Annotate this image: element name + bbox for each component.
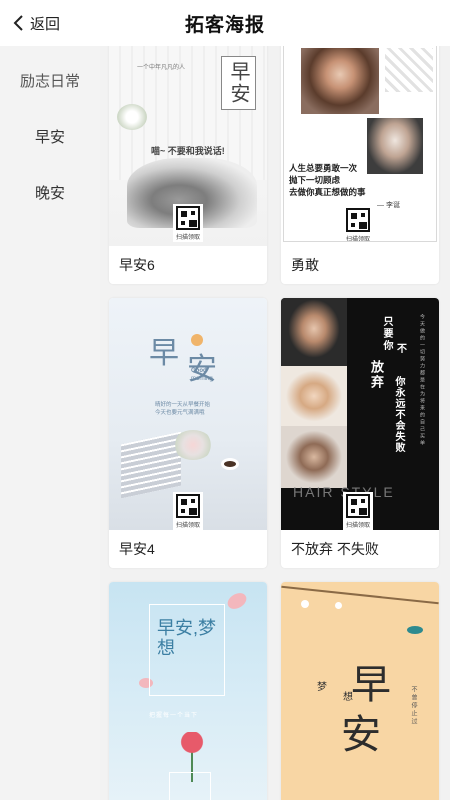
blurb-line: 今天也要元气满满哦: [155, 410, 205, 416]
portrait-photo: [281, 366, 347, 426]
blossom: [335, 602, 342, 609]
qr-code: 扫描领取: [343, 492, 373, 530]
qr-code: 扫描领取: [173, 204, 203, 242]
poster-meng-text: 梦: [317, 682, 327, 693]
side-text: 不曾停止过: [410, 686, 416, 726]
poster-zaoan-text: 早安: [221, 56, 256, 110]
poster-tag-text: 一个中年凡凡的人: [137, 65, 186, 71]
poster-an-text: 安: [341, 713, 381, 757]
qr-code: 扫描领取: [173, 492, 203, 530]
top-bar: 返回 拓客海报: [0, 0, 450, 46]
sidebar-item-morning[interactable]: 早安: [0, 108, 100, 164]
poster-caption: 早安4: [119, 541, 155, 557]
pink-petal: [224, 589, 250, 613]
poster-title: 早安,梦想: [157, 618, 217, 658]
sidebar-item-inspirational[interactable]: 励志日常: [0, 52, 100, 108]
poster-caption: 早安6: [119, 257, 155, 273]
motto-text: 放弃: [369, 360, 384, 390]
poster-caption: 勇敢: [291, 257, 319, 273]
chevron-left-icon: [13, 15, 23, 31]
sun-icon: [191, 334, 203, 346]
sidebar-item-night[interactable]: 晚安: [0, 164, 100, 220]
page-title: 拓客海报: [184, 14, 265, 36]
coffee-cup: [221, 458, 239, 470]
qr-caption: 扫描领取: [175, 523, 200, 529]
poster-image: 一个中年凡凡的人 早安 喵~ 不要和我说话! 扫描领取: [109, 46, 267, 246]
qr-caption: 扫描领取: [345, 523, 370, 529]
books-photo: [121, 431, 181, 499]
poster-card[interactable]: 人生总要勇敢一次 抛下一切顾虑 去做你真正想做的事 — 李诞 扫描领取 勇敢: [281, 46, 439, 284]
poster-card[interactable]: 早安,梦想 把握每一个当下: [109, 582, 267, 800]
poster-image: 梦 想 早 安 不曾停止过: [281, 582, 439, 800]
poster-card[interactable]: 早 安 Good morning 晴好的一天从早餐开始 今天也要元气满满哦 扫描…: [109, 298, 267, 568]
motto-text: 你永远不会失败: [393, 376, 404, 453]
side-text: 今天做的一切努力都是在为将来的自己买单: [419, 314, 425, 447]
motto-text: 不: [397, 344, 407, 355]
motto-text: 只要你: [381, 316, 392, 352]
flower-illustration: [117, 104, 147, 130]
poster-image: 人生总要勇敢一次 抛下一切顾虑 去做你真正想做的事 — 李诞 扫描领取: [281, 46, 439, 246]
morning-text: morning: [191, 376, 213, 382]
back-button[interactable]: 返回: [12, 10, 60, 36]
poster-zao-text: 早: [149, 337, 179, 370]
poster-image: 早 安 Good morning 晴好的一天从早餐开始 今天也要元气满满哦 扫描…: [109, 298, 267, 530]
card-frame: [169, 772, 211, 800]
poster-cat-line: 喵~ 不要和我说话!: [151, 146, 225, 156]
portrait-photo: [281, 426, 347, 488]
good-text: Good: [191, 368, 207, 374]
blossom: [301, 600, 309, 608]
flowers-photo: [173, 430, 213, 460]
category-sidebar: 励志日常 早安 晚安: [0, 46, 100, 800]
back-label: 返回: [30, 15, 61, 33]
poster-image: 只要你 不 放弃 你永远不会失败 今天做的一切努力都是在为将来的自己买单 HAI…: [281, 298, 439, 530]
qr-caption: 扫描领取: [175, 235, 200, 241]
poster-caption: 不放弃 不失败: [291, 541, 379, 557]
poster-card[interactable]: 一个中年凡凡的人 早安 喵~ 不要和我说话! 扫描领取 早安6: [109, 46, 267, 284]
poster-image: 早安,梦想 把握每一个当下: [109, 582, 267, 800]
bird-illustration: [407, 626, 423, 634]
poster-card[interactable]: 梦 想 早 安 不曾停止过: [281, 582, 439, 800]
poster-grid: 一个中年凡凡的人 早安 喵~ 不要和我说话! 扫描领取 早安6 人生总要勇敢一次…: [100, 46, 450, 800]
portrait-photo: [281, 298, 347, 366]
blurb-line: 晴好的一天从早餐开始: [155, 402, 211, 408]
poster-card[interactable]: 只要你 不 放弃 你永远不会失败 今天做的一切努力都是在为将来的自己买单 HAI…: [281, 298, 439, 568]
poster-subtitle: 把握每一个当下: [149, 713, 199, 719]
